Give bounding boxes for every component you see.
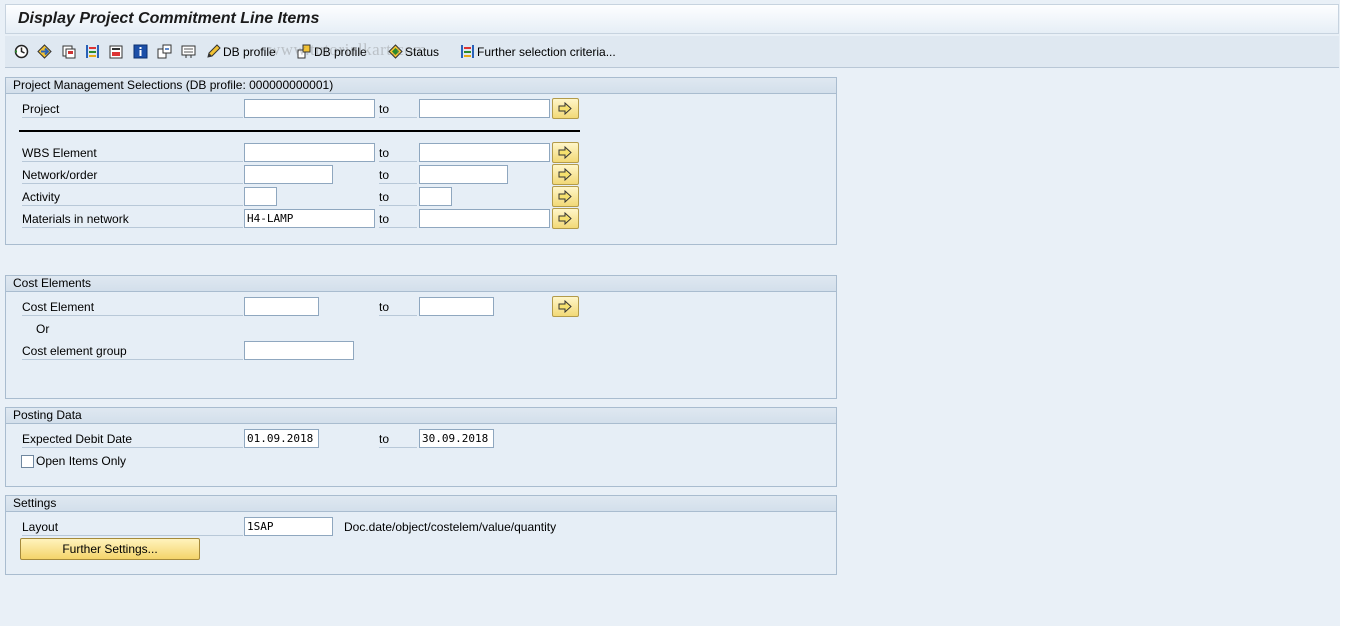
title-bar: Display Project Commitment Line Items [5,4,1339,34]
debit-date-label: Expected Debit Date [22,430,243,448]
activity-from-input[interactable] [244,187,277,206]
layout-input[interactable]: 1SAP [244,517,333,536]
network-to-input[interactable] [419,165,508,184]
wbs-to-input[interactable] [419,143,550,162]
multiple-selection-arrow-icon [558,168,572,181]
project-multiple-selection-button[interactable] [552,98,579,119]
execute-button[interactable] [14,43,29,60]
main-window: Display Project Commitment Line Items DB… [0,0,1340,626]
cost-element-to-label: to [379,298,417,316]
project-label: Project [22,100,243,118]
posting-data-group: Posting Data Expected Debit Date 01.09.2… [5,407,837,487]
project-from-input[interactable] [244,99,375,118]
further-settings-button[interactable]: Further Settings... [20,538,200,560]
watermark: www.tutorialkart.com [268,40,428,59]
settings-group: Settings Layout 1SAP Doc.date/object/cos… [5,495,837,575]
application-toolbar: DB profile DB profile Status Further sel… [5,36,1339,68]
save-as-variant-icon [62,45,76,59]
project-management-header: Project Management Selections (DB profil… [6,78,836,94]
selection-options-icon [86,45,99,58]
debit-date-to-label: to [379,430,417,448]
project-to-label: to [379,100,417,118]
posting-data-header: Posting Data [6,408,836,424]
selection-options-button[interactable] [85,43,100,60]
materials-from-input[interactable]: H4-LAMP [244,209,375,228]
debit-date-from-input[interactable]: 01.09.2018 [244,429,319,448]
activity-multiple-selection-button[interactable] [552,186,579,207]
wbs-label: WBS Element [22,144,243,162]
multiple-selection-arrow-icon [558,102,572,115]
cost-elements-group: Cost Elements Cost Element to Or Cost el… [5,275,837,399]
pencil-icon [207,44,221,58]
cost-element-multiple-selection-button[interactable] [552,296,579,317]
or-label: Or [36,322,50,336]
cost-element-group-input[interactable] [244,341,354,360]
dynamic-selections-button[interactable] [157,43,172,60]
materials-to-input[interactable] [419,209,550,228]
get-variant-icon [37,44,52,59]
wbs-to-label: to [379,144,417,162]
cost-element-label: Cost Element [22,298,243,316]
multiple-selection-arrow-icon [558,190,572,203]
open-items-checkbox[interactable] [21,455,34,468]
network-multiple-selection-button[interactable] [552,164,579,185]
further-selection-button[interactable]: Further selection criteria... [460,43,616,60]
activity-to-label: to [379,188,417,206]
materials-to-label: to [379,210,417,228]
wbs-multiple-selection-button[interactable] [552,142,579,163]
multiple-selection-arrow-icon [558,300,572,313]
wbs-from-input[interactable] [244,143,375,162]
cost-elements-header: Cost Elements [6,276,836,292]
db-profile-button[interactable]: DB profile [206,43,276,60]
project-to-input[interactable] [419,99,550,118]
cost-element-to-input[interactable] [419,297,494,316]
activity-to-input[interactable] [419,187,452,206]
activity-label: Activity [22,188,243,206]
network-to-label: to [379,166,417,184]
info-button[interactable] [133,43,148,60]
dynamic-selections-icon [157,44,172,59]
page-title: Display Project Commitment Line Items [18,10,320,27]
project-management-group: Project Management Selections (DB profil… [5,77,837,245]
info-icon [133,44,148,59]
settings-header: Settings [6,496,836,512]
get-variant-button[interactable] [37,43,52,60]
layout-description: Doc.date/object/costelem/value/quantity [344,520,557,534]
network-from-input[interactable] [244,165,333,184]
debit-date-to-input[interactable]: 30.09.2018 [419,429,494,448]
open-items-label: Open Items Only [36,454,127,468]
output-parameters-icon [181,45,196,58]
output-parameters-button[interactable] [181,43,196,60]
further-selection-label: Further selection criteria... [477,44,616,59]
multiple-selection-arrow-icon [558,146,572,159]
materials-label: Materials in network [22,210,243,228]
delete-selection-icon [109,45,123,59]
execute-icon [14,44,29,59]
selection-criteria-icon [461,45,474,58]
separator-line [19,130,580,132]
layout-label: Layout [22,518,243,536]
network-label: Network/order [22,166,243,184]
materials-multiple-selection-button[interactable] [552,208,579,229]
multiple-selection-arrow-icon [558,212,572,225]
delete-selection-button[interactable] [109,43,124,60]
cost-element-group-label: Cost element group [22,342,243,360]
cost-element-from-input[interactable] [244,297,319,316]
save-as-variant-button[interactable] [61,43,76,60]
